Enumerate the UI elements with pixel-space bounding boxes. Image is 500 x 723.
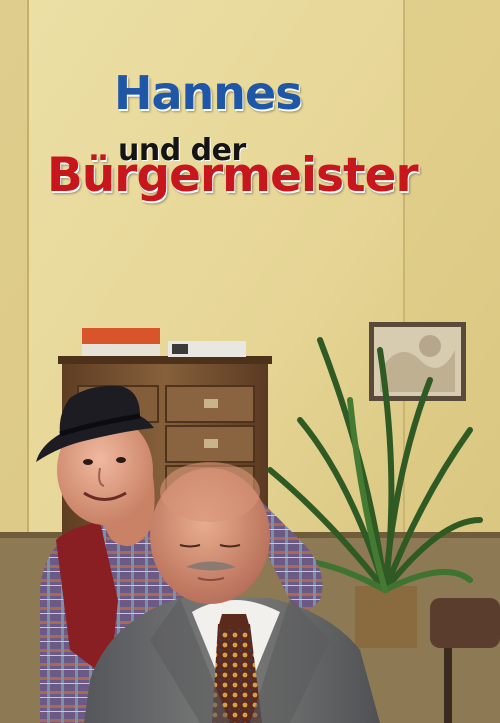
title-line-hannes: Hannes: [114, 66, 303, 120]
poster-title: Hannes und der Bürgermeister: [0, 0, 500, 230]
title-line-buergermeister: Bürgermeister: [47, 148, 419, 203]
poster: Hannes und der Bürgermeister: [0, 0, 500, 723]
